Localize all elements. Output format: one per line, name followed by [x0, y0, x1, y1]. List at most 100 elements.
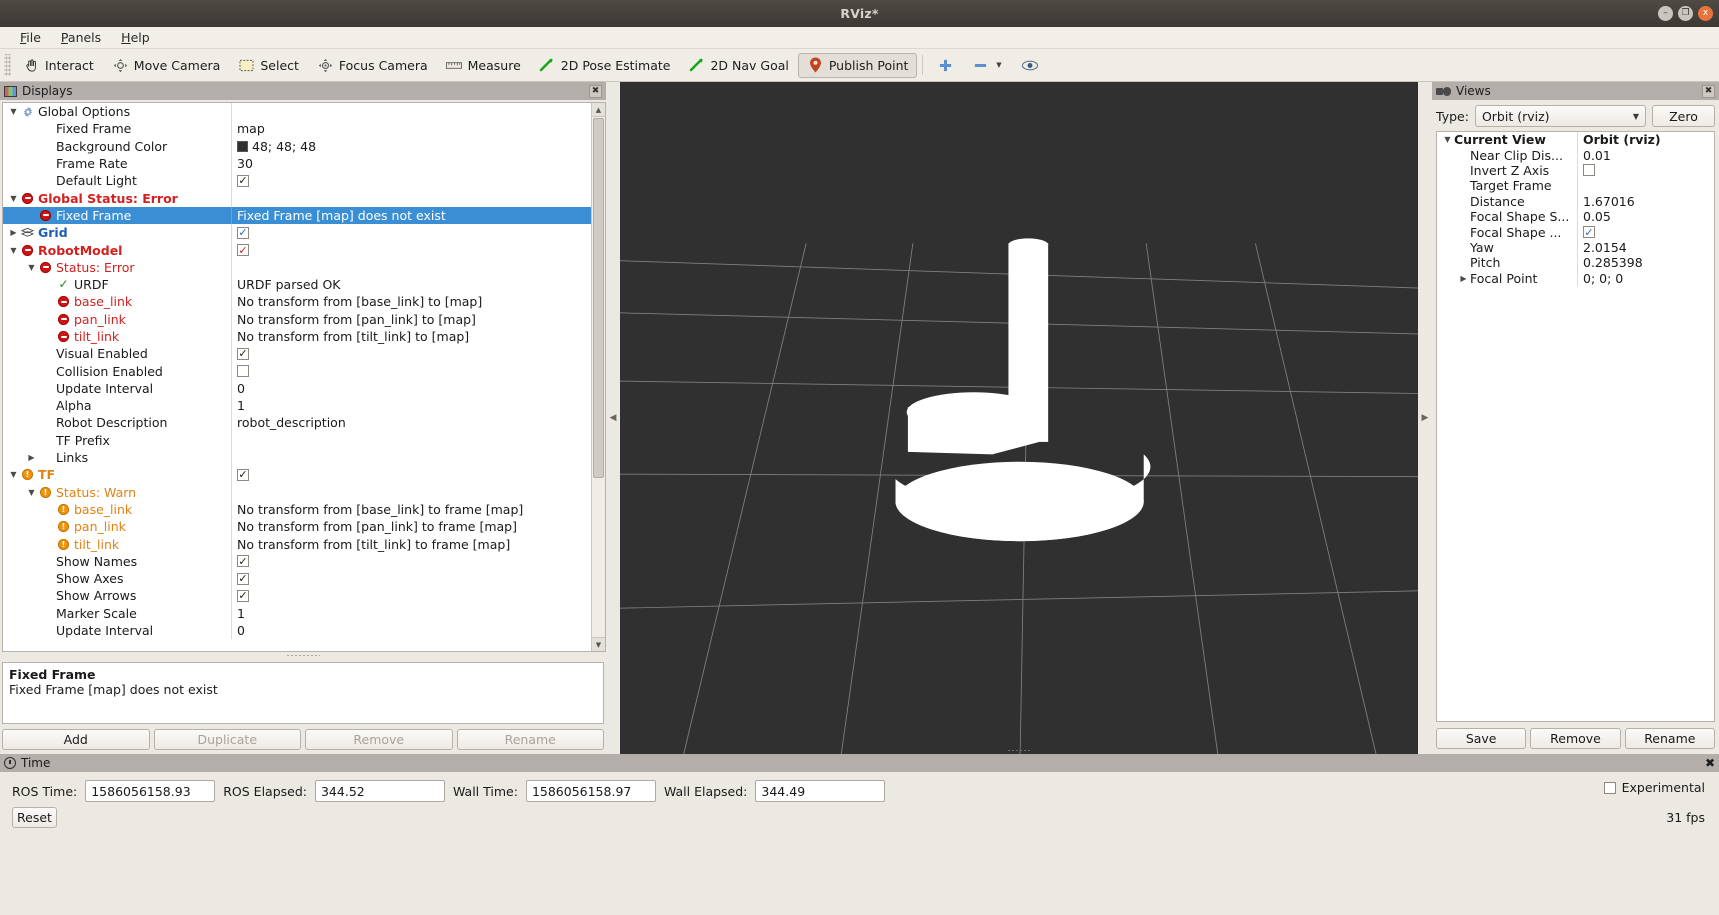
wall-elapsed-input[interactable]: 344.49 — [755, 780, 886, 802]
row-value-cell[interactable] — [231, 587, 591, 605]
row-value-cell[interactable] — [231, 103, 591, 121]
display-row-links[interactable]: ▶ Links — [3, 448, 591, 467]
displays-close-button[interactable]: ✖ — [589, 84, 602, 98]
view-row-current-view[interactable]: ▼ Current View Orbit (rviz) — [1437, 132, 1714, 148]
row-checkbox[interactable] — [237, 244, 249, 257]
display-row-base-link[interactable]: base_link No transform from [base_link] t… — [3, 500, 591, 519]
display-row-status-error[interactable]: ▼ Status: Error — [3, 258, 591, 276]
scroll-up-icon[interactable]: ▲ — [592, 103, 605, 117]
display-row-base-link[interactable]: base_link No transform from [base_link] t… — [3, 293, 591, 311]
row-value-cell[interactable] — [231, 431, 591, 449]
displays-splitter[interactable] — [0, 652, 606, 659]
row-expander[interactable]: ▼ — [25, 259, 38, 276]
tool-2d-nav-goal[interactable]: 2D Nav Goal — [679, 53, 797, 78]
row-expander[interactable]: ▶ — [25, 449, 38, 466]
time-close-button[interactable]: ✖ — [1705, 756, 1715, 770]
display-row-tf[interactable]: ▼ TF — [3, 466, 591, 484]
tool-move-camera[interactable]: Move Camera — [103, 53, 230, 78]
row-expander[interactable]: ▼ — [7, 190, 20, 207]
display-row-background-color[interactable]: Background Color 48; 48; 48 — [3, 137, 591, 155]
row-expander[interactable]: ▼ — [7, 103, 20, 120]
display-row-show-names[interactable]: Show Names — [3, 552, 591, 571]
toolbar-grip[interactable] — [4, 54, 11, 76]
row-expander[interactable]: ▼ — [1441, 135, 1454, 144]
experimental-checkbox[interactable] — [1603, 781, 1616, 794]
maximize-icon[interactable]: ❐ — [1678, 6, 1693, 21]
row-value-cell[interactable] — [231, 552, 591, 571]
display-row-grid[interactable]: ▶ Grid — [3, 224, 591, 242]
display-row-visual-enabled[interactable]: Visual Enabled — [3, 345, 591, 363]
display-row-alpha[interactable]: Alpha 1 — [3, 397, 591, 415]
row-value-cell[interactable] — [231, 448, 591, 467]
view-row-focal-shape-s[interactable]: Focal Shape S... 0.05 — [1437, 208, 1714, 225]
row-value-cell[interactable]: map — [231, 120, 591, 138]
color-swatch[interactable] — [237, 140, 248, 152]
row-value-cell[interactable] — [231, 570, 591, 588]
row-checkbox[interactable] — [237, 572, 249, 585]
add-button[interactable]: Add — [2, 729, 150, 750]
row-value-cell[interactable]: Orbit (rviz) — [1577, 132, 1714, 148]
row-checkbox[interactable] — [237, 365, 249, 378]
row-value-cell[interactable]: URDF parsed OK — [231, 275, 591, 294]
menu-item-help[interactable]: Help — [111, 28, 160, 47]
zero-button[interactable]: Zero — [1652, 105, 1715, 127]
display-row-update-interval[interactable]: Update Interval 0 — [3, 621, 591, 640]
tool-interact[interactable]: Interact — [14, 53, 103, 78]
row-value-cell[interactable] — [231, 189, 591, 207]
views-close-button[interactable]: ✖ — [1702, 84, 1715, 98]
display-row-fixed-frame[interactable]: Fixed Frame map — [3, 120, 591, 138]
row-value-cell[interactable]: 48; 48; 48 — [231, 137, 591, 155]
row-expander[interactable]: ▼ — [7, 466, 20, 483]
tool-select[interactable]: Select — [229, 53, 308, 78]
experimental-toggle[interactable]: Experimental — [1603, 780, 1705, 795]
row-value-cell[interactable] — [231, 224, 591, 242]
row-checkbox[interactable] — [237, 226, 249, 239]
display-row-pan-link[interactable]: pan_link No transform from [pan_link] to … — [3, 310, 591, 328]
tool-measure[interactable]: Measure — [437, 53, 530, 78]
view-row-near-clip-dis[interactable]: Near Clip Dis... 0.01 — [1437, 147, 1714, 163]
row-value-cell[interactable]: 0.05 — [1577, 208, 1714, 225]
row-value-cell[interactable]: 30 — [231, 154, 591, 173]
row-checkbox[interactable] — [237, 347, 249, 360]
display-row-robot-description[interactable]: Robot Description robot_description — [3, 414, 591, 432]
display-row-robotmodel[interactable]: ▼ RobotModel — [3, 241, 591, 259]
right-splitter[interactable]: ▶ — [1418, 82, 1432, 754]
row-value-cell[interactable] — [231, 466, 591, 484]
display-row-show-axes[interactable]: Show Axes — [3, 570, 591, 588]
display-row-pan-link[interactable]: pan_link No transform from [pan_link] to … — [3, 518, 591, 536]
menu-item-file[interactable]: File — [10, 28, 51, 47]
row-checkbox[interactable] — [237, 468, 249, 481]
row-value-cell[interactable] — [1577, 162, 1714, 179]
row-value-cell[interactable]: 1 — [231, 604, 591, 622]
row-value-cell[interactable]: 0 — [231, 379, 591, 398]
view-row-invert-z-axis[interactable]: Invert Z Axis — [1437, 162, 1714, 179]
row-value-cell[interactable] — [231, 241, 591, 259]
remove-tool-button[interactable]: ▼ — [963, 53, 1012, 78]
row-value-cell[interactable]: No transform from [tilt_link] to [map] — [231, 327, 591, 346]
row-value-cell[interactable] — [231, 258, 591, 276]
display-row-tf-prefix[interactable]: TF Prefix — [3, 431, 591, 449]
row-expander[interactable]: ▶ — [7, 224, 20, 241]
tool-2d-pose-estimate[interactable]: 2D Pose Estimate — [530, 53, 680, 78]
views-tree[interactable]: ▼ Current View Orbit (rviz) Near Clip Dis..… — [1436, 131, 1715, 722]
row-expander[interactable]: ▶ — [1457, 274, 1470, 283]
view-row-target-frame[interactable]: Target Frame — [1437, 178, 1714, 194]
row-value-cell[interactable]: Fixed Frame [map] does not exist — [231, 206, 591, 225]
tool-focus-camera[interactable]: Focus Camera — [308, 53, 437, 78]
displays-tree[interactable]: ▼ Global Options Fixed Frame map Background … — [3, 103, 591, 651]
row-value-cell[interactable]: 0; 0; 0 — [1577, 270, 1714, 286]
save-view-button[interactable]: Save — [1436, 728, 1527, 749]
row-value-cell[interactable]: No transform from [pan_link] to frame [m… — [231, 518, 591, 536]
chevron-down-icon[interactable]: ▼ — [994, 58, 1003, 73]
display-row-frame-rate[interactable]: Frame Rate 30 — [3, 154, 591, 173]
row-value-cell[interactable]: 2.0154 — [1577, 239, 1714, 256]
display-row-marker-scale[interactable]: Marker Scale 1 — [3, 604, 591, 622]
menu-item-panels[interactable]: Panels — [51, 28, 111, 47]
scrollbar-thumb[interactable] — [593, 118, 604, 478]
row-value-cell[interactable]: No transform from [base_link] to [map] — [231, 293, 591, 311]
row-value-cell[interactable] — [231, 483, 591, 501]
row-value-cell[interactable] — [231, 172, 591, 190]
close-icon[interactable]: x — [1698, 6, 1713, 21]
row-checkbox[interactable] — [237, 555, 249, 568]
tool-publish-point[interactable]: Publish Point — [797, 52, 918, 78]
